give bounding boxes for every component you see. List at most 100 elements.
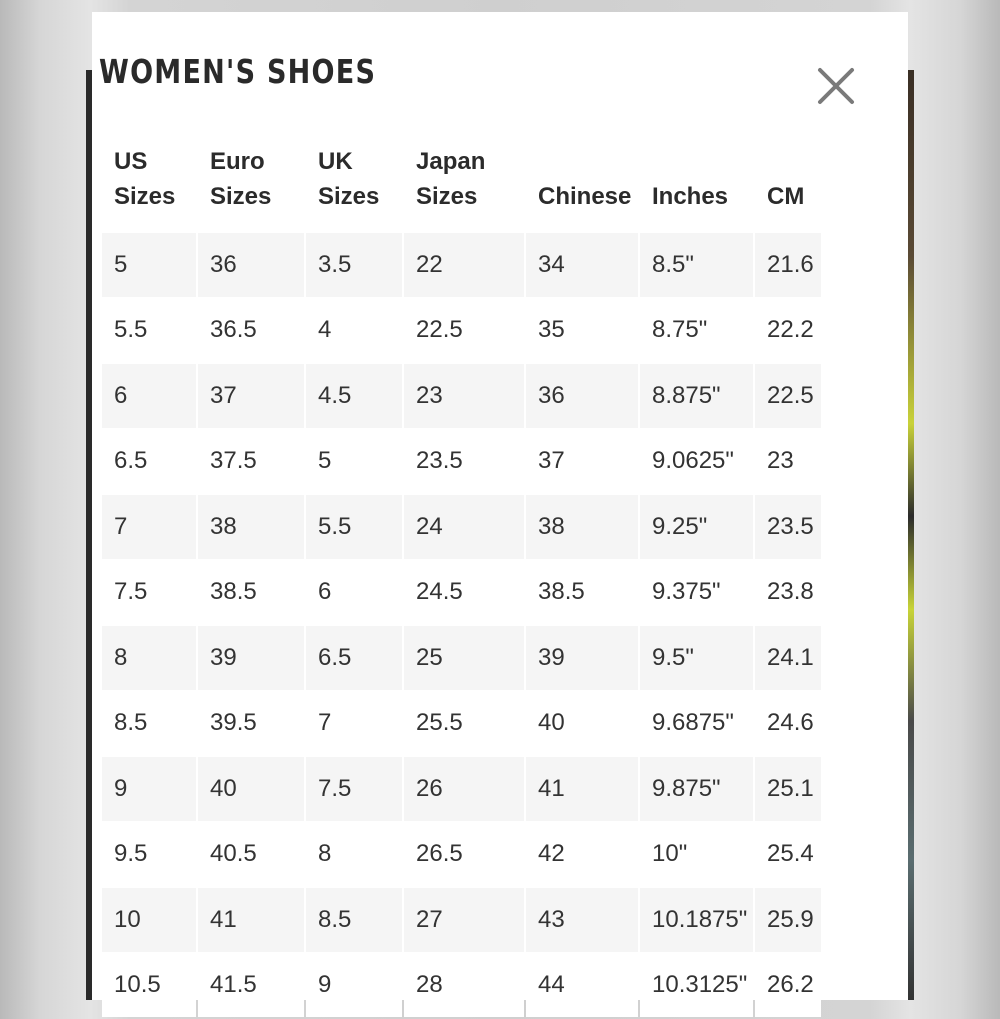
cell-uk-size: 7 xyxy=(306,691,402,755)
cell-inches: 9.5" xyxy=(640,626,753,690)
cell-cm: 22.2 xyxy=(755,298,821,362)
cell-euro-size: 40.5 xyxy=(198,822,304,886)
cell-chinese-size: 42 xyxy=(526,822,638,886)
cell-chinese-size: 40 xyxy=(526,691,638,755)
cell-euro-size: 37 xyxy=(198,364,304,428)
header-chinese: Chinese xyxy=(526,116,638,231)
cell-japan-size: 26 xyxy=(404,757,524,821)
cell-uk-size: 5.5 xyxy=(306,495,402,559)
cell-chinese-size: 38 xyxy=(526,495,638,559)
size-chart-table: US Sizes Euro Sizes UK Sizes Japan Sizes Chi… xyxy=(100,114,823,1019)
size-chart-modal: WOMEN'S SHOES US Sizes Euro Sizes UK Sizes … xyxy=(92,12,908,1017)
table-row: 10 41 8.5 27 43 10.1875" 25.9 xyxy=(102,888,821,952)
cell-uk-size: 8.5 xyxy=(306,888,402,952)
cell-japan-size: 22 xyxy=(404,233,524,297)
cell-inches: 9.875" xyxy=(640,757,753,821)
cell-euro-size: 41 xyxy=(198,888,304,952)
cell-cm: 26.2 xyxy=(755,953,821,1017)
cell-us-size: 10.5 xyxy=(102,953,196,1017)
cell-uk-size: 3.5 xyxy=(306,233,402,297)
header-japan-sizes: Japan Sizes xyxy=(404,116,524,231)
cell-us-size: 10 xyxy=(102,888,196,952)
cell-japan-size: 26.5 xyxy=(404,822,524,886)
cell-uk-size: 7.5 xyxy=(306,757,402,821)
cell-inches: 9.0625" xyxy=(640,429,753,493)
cell-japan-size: 28 xyxy=(404,953,524,1017)
cell-us-size: 8 xyxy=(102,626,196,690)
cell-euro-size: 37.5 xyxy=(198,429,304,493)
cell-inches: 8.5" xyxy=(640,233,753,297)
header-inches: Inches xyxy=(640,116,753,231)
table-row: 5 36 3.5 22 34 8.5" 21.6 xyxy=(102,233,821,297)
cell-uk-size: 4 xyxy=(306,298,402,362)
cell-chinese-size: 35 xyxy=(526,298,638,362)
cell-chinese-size: 34 xyxy=(526,233,638,297)
cell-euro-size: 40 xyxy=(198,757,304,821)
cell-cm: 24.6 xyxy=(755,691,821,755)
cell-euro-size: 38 xyxy=(198,495,304,559)
cell-chinese-size: 44 xyxy=(526,953,638,1017)
cell-japan-size: 25.5 xyxy=(404,691,524,755)
cell-inches: 10.3125" xyxy=(640,953,753,1017)
cell-euro-size: 39.5 xyxy=(198,691,304,755)
cell-cm: 23.8 xyxy=(755,560,821,624)
cell-cm: 25.9 xyxy=(755,888,821,952)
cell-us-size: 8.5 xyxy=(102,691,196,755)
cell-chinese-size: 37 xyxy=(526,429,638,493)
cell-cm: 25.4 xyxy=(755,822,821,886)
cell-uk-size: 6.5 xyxy=(306,626,402,690)
cell-euro-size: 39 xyxy=(198,626,304,690)
cell-chinese-size: 36 xyxy=(526,364,638,428)
cell-euro-size: 36 xyxy=(198,233,304,297)
table-row: 6.5 37.5 5 23.5 37 9.0625" 23 xyxy=(102,429,821,493)
cell-japan-size: 23.5 xyxy=(404,429,524,493)
table-row: 5.5 36.5 4 22.5 35 8.75" 22.2 xyxy=(102,298,821,362)
header-euro-sizes: Euro Sizes xyxy=(198,116,304,231)
cell-us-size: 7 xyxy=(102,495,196,559)
cell-us-size: 7.5 xyxy=(102,560,196,624)
cell-euro-size: 36.5 xyxy=(198,298,304,362)
modal-title: WOMEN'S SHOES xyxy=(99,52,377,91)
cell-us-size: 9.5 xyxy=(102,822,196,886)
table-row: 7.5 38.5 6 24.5 38.5 9.375" 23.8 xyxy=(102,560,821,624)
header-cm: CM xyxy=(755,116,821,231)
table-row: 10.5 41.5 9 28 44 10.3125" 26.2 xyxy=(102,953,821,1017)
cell-chinese-size: 43 xyxy=(526,888,638,952)
cell-us-size: 6 xyxy=(102,364,196,428)
cell-japan-size: 25 xyxy=(404,626,524,690)
cell-us-size: 9 xyxy=(102,757,196,821)
cell-inches: 9.25" xyxy=(640,495,753,559)
cell-cm: 25.1 xyxy=(755,757,821,821)
header-row: US Sizes Euro Sizes UK Sizes Japan Sizes Chi… xyxy=(102,116,821,231)
cell-us-size: 5 xyxy=(102,233,196,297)
cell-chinese-size: 41 xyxy=(526,757,638,821)
cell-uk-size: 5 xyxy=(306,429,402,493)
cell-inches: 9.6875" xyxy=(640,691,753,755)
cell-inches: 10.1875" xyxy=(640,888,753,952)
cell-japan-size: 22.5 xyxy=(404,298,524,362)
cell-uk-size: 6 xyxy=(306,560,402,624)
table-row: 8.5 39.5 7 25.5 40 9.6875" 24.6 xyxy=(102,691,821,755)
cell-cm: 23 xyxy=(755,429,821,493)
table-row: 9.5 40.5 8 26.5 42 10" 25.4 xyxy=(102,822,821,886)
table-row: 8 39 6.5 25 39 9.5" 24.1 xyxy=(102,626,821,690)
cell-uk-size: 9 xyxy=(306,953,402,1017)
cell-japan-size: 27 xyxy=(404,888,524,952)
cell-uk-size: 8 xyxy=(306,822,402,886)
header-us-sizes: US Sizes xyxy=(102,116,196,231)
cell-euro-size: 41.5 xyxy=(198,953,304,1017)
cell-inches: 10" xyxy=(640,822,753,886)
table-row: 6 37 4.5 23 36 8.875" 22.5 xyxy=(102,364,821,428)
close-button[interactable] xyxy=(812,62,860,110)
cell-japan-size: 24.5 xyxy=(404,560,524,624)
cell-chinese-size: 39 xyxy=(526,626,638,690)
table-row: 9 40 7.5 26 41 9.875" 25.1 xyxy=(102,757,821,821)
cell-japan-size: 23 xyxy=(404,364,524,428)
cell-uk-size: 4.5 xyxy=(306,364,402,428)
cell-cm: 21.6 xyxy=(755,233,821,297)
cell-inches: 9.375" xyxy=(640,560,753,624)
backdrop-edge-right xyxy=(908,70,914,1000)
cell-us-size: 6.5 xyxy=(102,429,196,493)
header-uk-sizes: UK Sizes xyxy=(306,116,402,231)
table-row: 7 38 5.5 24 38 9.25" 23.5 xyxy=(102,495,821,559)
